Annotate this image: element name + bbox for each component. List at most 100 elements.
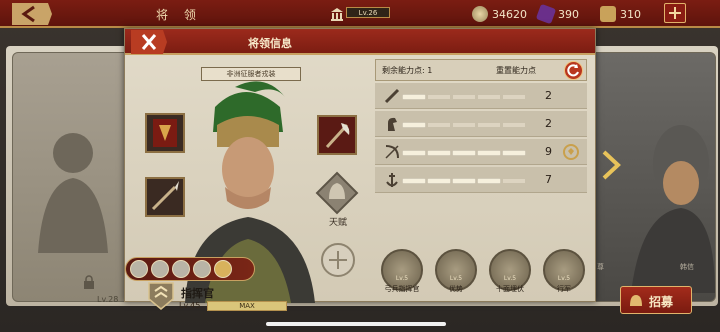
trait-icon-4[interactable]	[193, 260, 211, 278]
skill-level: Lv.5	[557, 275, 571, 282]
food-value: 310	[620, 7, 641, 21]
lock-icon	[84, 275, 94, 289]
locked-card-level: Lv.28	[97, 295, 119, 304]
sword-icon	[384, 88, 400, 104]
stat-segment	[503, 123, 525, 127]
stat-row-archer: 9	[375, 139, 587, 165]
stat-segment	[453, 95, 475, 99]
stat-segment	[453, 179, 475, 183]
stat-value: 9	[545, 145, 552, 158]
skill-archer-commander[interactable]: Lv.5 弓兵指挥官	[379, 249, 425, 308]
refresh-icon	[567, 64, 579, 77]
stat-bar	[403, 151, 525, 155]
experience-bar: MAX	[207, 301, 287, 311]
portrait-area: 非洲征服者戎装 天赋 指挥官 Lv.45 MAX	[125, 57, 375, 311]
stat-segment	[503, 95, 525, 99]
skill-level: Lv.5	[449, 275, 463, 282]
coin-icon	[472, 6, 488, 22]
plus-icon	[669, 7, 681, 19]
stat-segment	[478, 179, 500, 183]
anchor-icon	[386, 173, 398, 187]
stat-value: 7	[545, 173, 552, 186]
stat-segment	[428, 123, 450, 127]
stat-row-cavalry: 2	[375, 111, 587, 137]
trait-icon-2[interactable]	[151, 260, 169, 278]
skill-name: 十面埋伏	[496, 285, 524, 293]
stat-segment	[428, 179, 450, 183]
skill-march[interactable]: Lv.5 行军	[541, 249, 587, 308]
add-skill-slot[interactable]	[321, 243, 355, 277]
trait-icon-3[interactable]	[172, 260, 190, 278]
stat-segment	[453, 123, 475, 127]
page-title: 将 领	[156, 8, 202, 22]
right-card-name-2: 韩信	[680, 263, 694, 271]
stat-value: 2	[545, 117, 552, 130]
equipment-slot-banner[interactable]	[145, 113, 185, 153]
skill-name: 行军	[557, 285, 571, 293]
recruit-label: 招募	[649, 295, 674, 309]
experience-text: MAX	[239, 302, 255, 310]
stat-value: 2	[545, 89, 552, 102]
coins-value: 34620	[492, 7, 527, 21]
talent-label: 天赋	[329, 218, 348, 228]
stat-segment	[453, 151, 475, 155]
spear-icon	[151, 181, 179, 211]
stat-segment	[428, 95, 450, 99]
gems-value: 390	[558, 7, 579, 21]
plus-icon	[329, 251, 347, 269]
stat-segment	[403, 95, 425, 99]
stat-segment	[403, 123, 425, 127]
stat-segment	[478, 123, 500, 127]
banner-icon	[153, 119, 177, 147]
next-general-arrow-icon[interactable]	[600, 150, 622, 180]
warrior-portrait-icon	[631, 125, 715, 293]
add-resource-button[interactable]	[664, 3, 686, 23]
stat-segment	[503, 151, 525, 155]
stat-segment	[403, 151, 425, 155]
food-counter: 310	[600, 5, 641, 23]
gem-icon	[535, 3, 557, 25]
recruit-button[interactable]: 招募	[620, 286, 692, 314]
skill-ambush[interactable]: Lv.5 十面埋伏	[487, 249, 533, 308]
bow-icon	[385, 145, 399, 159]
skill-advantage[interactable]: Lv.5 优势	[433, 249, 479, 308]
laurel-crown-icon[interactable]	[561, 142, 581, 162]
back-button[interactable]	[12, 3, 52, 25]
player-level-text: Lv.26	[346, 7, 390, 18]
reset-points-label: 重置能力点	[496, 66, 536, 75]
skill-name: 优势	[449, 285, 463, 293]
locked-general-card[interactable]: Lv.28	[12, 52, 130, 304]
stat-segment	[478, 95, 500, 99]
stat-bar	[403, 95, 525, 99]
skill-level: Lv.5	[395, 275, 409, 282]
equipment-slot-spear[interactable]	[145, 177, 185, 217]
coins-counter: 34620	[472, 5, 527, 23]
stat-row-navy: 7	[375, 167, 587, 193]
top-bar: 将 领 Lv.26 34620 390 310	[0, 0, 720, 28]
locked-trait-icon[interactable]	[214, 260, 232, 278]
stat-segment	[403, 179, 425, 183]
right-card-name-1: 尊	[597, 263, 604, 271]
skill-level: Lv.5	[503, 275, 517, 282]
equipment-slot-axe[interactable]	[317, 115, 357, 155]
wheat-icon	[600, 6, 616, 22]
trait-icon-row	[125, 257, 255, 281]
reset-points-button[interactable]	[564, 61, 583, 80]
rank-badge-icon	[148, 282, 174, 310]
stat-row-infantry: 2	[375, 83, 587, 109]
home-indicator[interactable]	[266, 322, 446, 326]
stat-bar	[403, 179, 525, 183]
talent-emblem[interactable]	[315, 171, 359, 215]
ability-points-header: 剩余能力点: 1 重置能力点	[375, 59, 587, 81]
panel-header: 将领信息	[125, 29, 595, 55]
stat-bar	[403, 123, 525, 127]
stat-segment	[503, 179, 525, 183]
general-name: 指挥官	[181, 287, 214, 300]
general-level: Lv.45	[179, 301, 201, 310]
ability-stats: 剩余能力点: 1 重置能力点 2 2 9 7 Lv.5 弓兵指挥官 Lv.5 优…	[375, 59, 589, 303]
gems-counter: 390	[535, 3, 579, 25]
axe-icon	[325, 123, 350, 149]
trait-icon-1[interactable]	[130, 260, 148, 278]
remaining-points: 剩余能力点: 1	[382, 66, 433, 75]
skill-name: 弓兵指挥官	[384, 285, 420, 293]
